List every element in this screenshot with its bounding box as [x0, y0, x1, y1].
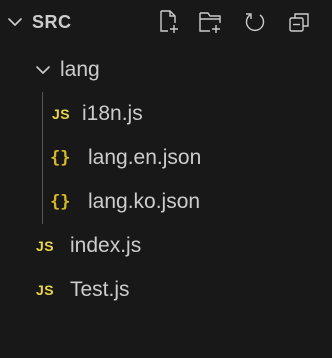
- collapse-all-icon: [287, 10, 311, 34]
- new-file-button[interactable]: [154, 8, 184, 36]
- js-file-icon: JS: [36, 282, 55, 298]
- folder-title: SRC: [32, 12, 72, 32]
- tree-file-test[interactable]: JS Test.js: [0, 268, 332, 312]
- explorer-panel: SRC lang JS i18n.js {} lang.en.json {} l…: [0, 0, 332, 358]
- json-file-icon: {}: [50, 148, 71, 168]
- tree-item-label: i18n.js: [82, 102, 143, 125]
- new-folder-button[interactable]: [196, 8, 226, 36]
- refresh-button[interactable]: [240, 8, 270, 36]
- js-file-icon: JS: [52, 106, 71, 122]
- tree-file-i18n[interactable]: JS i18n.js: [0, 92, 332, 136]
- indent-guide: [42, 92, 43, 136]
- tree-item-label: lang.ko.json: [88, 190, 201, 213]
- chevron-down-icon[interactable]: [4, 11, 26, 33]
- tree-folder-lang[interactable]: lang: [0, 48, 332, 92]
- tree-item-label: index.js: [70, 234, 142, 257]
- tree-file-lang-ko[interactable]: {} lang.ko.json: [0, 180, 332, 224]
- indent-guide: [42, 136, 43, 180]
- js-file-icon: JS: [36, 238, 55, 254]
- chevron-down-icon[interactable]: [32, 59, 54, 81]
- indent-guide: [42, 180, 43, 224]
- tree-file-lang-en[interactable]: {} lang.en.json: [0, 136, 332, 180]
- json-file-icon: {}: [50, 192, 71, 212]
- explorer-section-header[interactable]: SRC: [0, 0, 332, 44]
- tree-item-label: lang: [60, 58, 100, 81]
- new-folder-icon: [198, 9, 224, 35]
- refresh-icon: [243, 10, 267, 34]
- tree-item-label: lang.en.json: [88, 146, 202, 169]
- collapse-all-button[interactable]: [284, 8, 314, 36]
- tree-file-index[interactable]: JS index.js: [0, 224, 332, 268]
- new-file-icon: [157, 9, 181, 35]
- tree-item-label: Test.js: [70, 278, 130, 301]
